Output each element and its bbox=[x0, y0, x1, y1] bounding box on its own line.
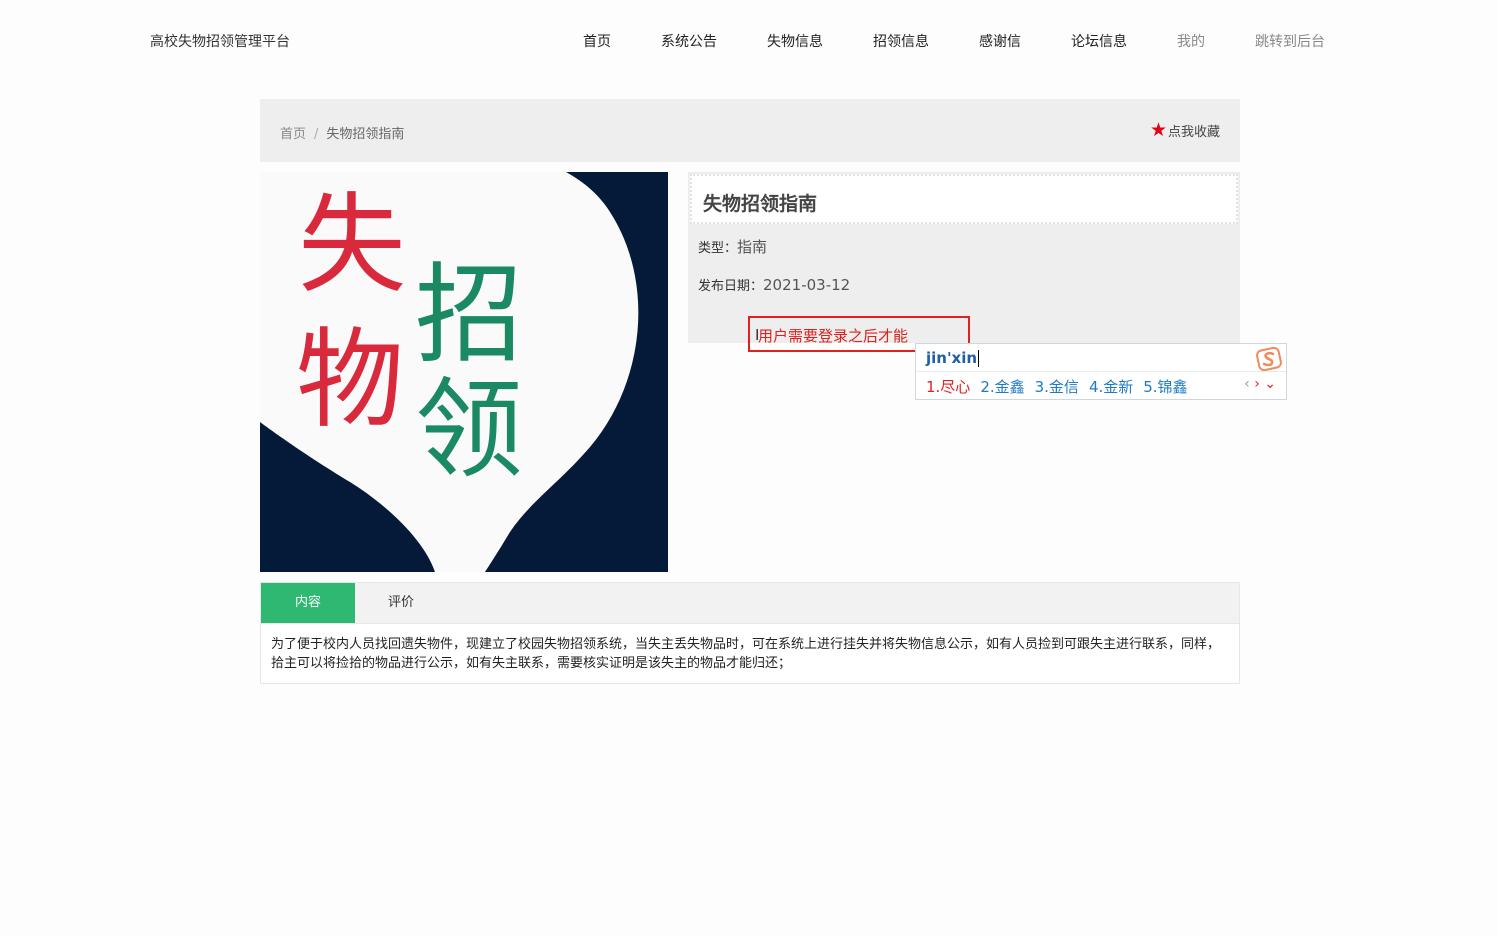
type-label: 类型： bbox=[698, 241, 738, 256]
top-header: 高校失物招领管理平台 首页 系统公告 失物信息 招领信息 感谢信 论坛信息 我的… bbox=[0, 0, 1497, 80]
login-notice-text: 用户需要登录之后才能 bbox=[758, 327, 909, 345]
poster-char-3: 招 bbox=[415, 253, 523, 378]
favorite-button[interactable]: ★ 点我收藏 bbox=[1149, 119, 1220, 141]
detail-title: 失物招领指南 bbox=[703, 193, 818, 215]
ime-candidate-list: 1.尽心 2.金鑫 3.金信 4.金新 5.锦鑫 bbox=[926, 376, 1198, 397]
chevron-down-icon[interactable]: ⌄ bbox=[1264, 376, 1276, 392]
detail-title-box: 失物招领指南 bbox=[690, 174, 1238, 224]
nav-lost-items[interactable]: 失物信息 bbox=[767, 31, 823, 51]
breadcrumb: 首页 / 失物招领指南 bbox=[280, 123, 404, 142]
ime-composition: jin'xin bbox=[926, 349, 980, 367]
ime-divider bbox=[916, 371, 1286, 372]
nav-thank-letters[interactable]: 感谢信 bbox=[979, 31, 1021, 51]
poster-char-2: 物 bbox=[296, 318, 404, 443]
tabs-header: 内容 评价 bbox=[261, 583, 1239, 624]
content-tabs: 内容 评价 为了便于校内人员找回遗失物件，现建立了校园失物招领系统，当失主丢失物… bbox=[260, 582, 1240, 684]
item-poster-image: 失 物 招 领 bbox=[260, 172, 668, 572]
ime-candidate-2[interactable]: 2.金鑫 bbox=[980, 378, 1024, 396]
detail-type-row: 类型：指南 bbox=[698, 236, 767, 257]
favorite-label: 点我收藏 bbox=[1167, 125, 1220, 140]
ime-page-controls: ‹ › ⌄ bbox=[1244, 376, 1276, 392]
date-label: 发布日期： bbox=[698, 279, 764, 294]
chevron-left-icon[interactable]: ‹ bbox=[1244, 376, 1250, 392]
type-value: 指南 bbox=[737, 238, 768, 256]
ime-candidate-5[interactable]: 5.锦鑫 bbox=[1143, 378, 1187, 396]
ime-candidate-3[interactable]: 3.金信 bbox=[1035, 378, 1079, 396]
nav-mine[interactable]: 我的 bbox=[1177, 31, 1205, 51]
poster-graphic: 失 物 招 领 bbox=[260, 172, 668, 572]
ime-input-text: jin'xin bbox=[926, 349, 978, 367]
breadcrumb-current: 失物招领指南 bbox=[326, 127, 405, 142]
nav-found-items[interactable]: 招领信息 bbox=[873, 31, 929, 51]
sogou-logo-icon bbox=[1256, 346, 1282, 372]
tab-comments[interactable]: 评价 bbox=[355, 583, 447, 623]
ime-caret bbox=[978, 350, 980, 367]
nav-announcements[interactable]: 系统公告 bbox=[661, 31, 717, 51]
tab-content-body: 为了便于校内人员找回遗失物件，现建立了校园失物招领系统，当失主丢失物品时，可在系… bbox=[271, 637, 1221, 671]
poster-char-4: 领 bbox=[415, 368, 523, 493]
breadcrumb-home[interactable]: 首页 bbox=[280, 127, 306, 142]
breadcrumb-separator: / bbox=[314, 127, 319, 142]
tab-content[interactable]: 内容 bbox=[261, 583, 355, 623]
chevron-right-icon[interactable]: › bbox=[1254, 376, 1260, 392]
detail-date-row: 发布日期：2021-03-12 bbox=[698, 275, 850, 294]
nav-home[interactable]: 首页 bbox=[583, 31, 611, 51]
breadcrumb-bar: 首页 / 失物招领指南 ★ 点我收藏 bbox=[260, 99, 1240, 162]
main-nav: 首页 系统公告 失物信息 招领信息 感谢信 论坛信息 我的 跳转到后台 bbox=[0, 31, 1497, 51]
nav-admin[interactable]: 跳转到后台 bbox=[1255, 31, 1325, 51]
star-icon: ★ bbox=[1149, 119, 1167, 141]
date-value: 2021-03-12 bbox=[763, 276, 851, 294]
nav-forum[interactable]: 论坛信息 bbox=[1071, 31, 1127, 51]
ime-candidate-1[interactable]: 1.尽心 bbox=[926, 378, 970, 396]
poster-char-1: 失 bbox=[298, 183, 406, 308]
ime-candidate-window: jin'xin 1.尽心 2.金鑫 3.金信 4.金新 5.锦鑫 ‹ › ⌄ bbox=[915, 343, 1287, 400]
ime-candidate-4[interactable]: 4.金新 bbox=[1089, 378, 1133, 396]
